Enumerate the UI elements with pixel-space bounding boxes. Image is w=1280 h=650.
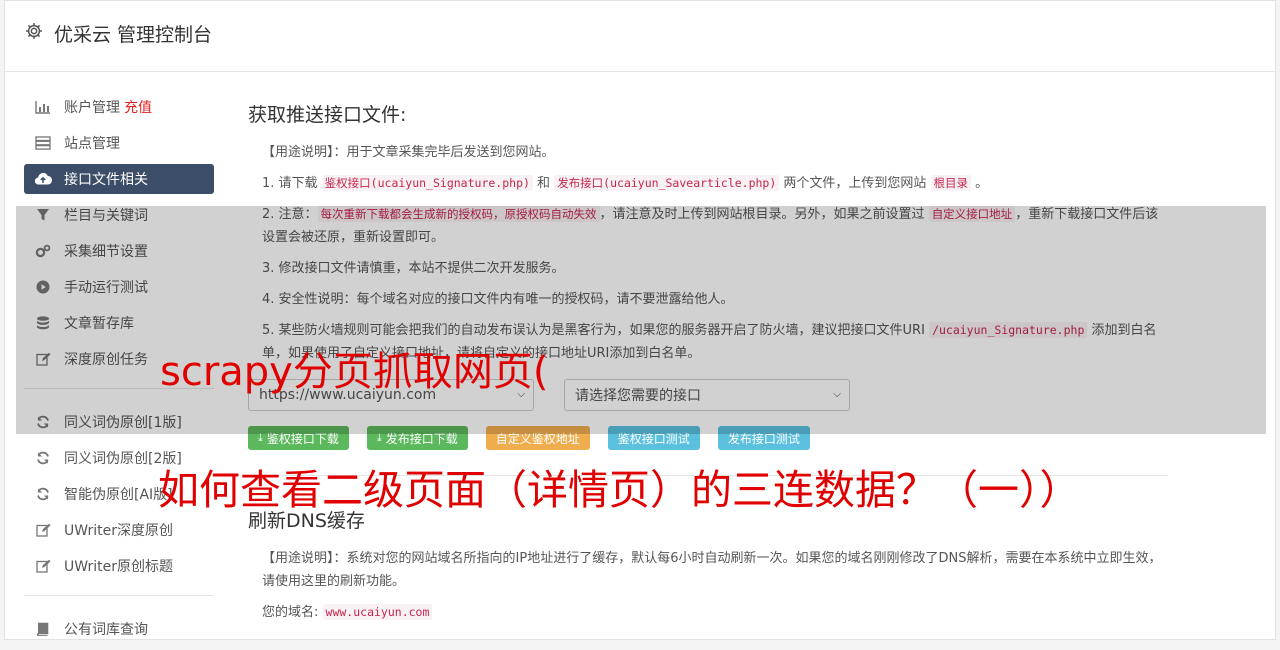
sidebar-item-collect-settings[interactable]: 采集细节设置 xyxy=(24,236,214,266)
dns-usage-note: 【用途说明】：系统对您的网站域名所指向的IP地址进行了缓存，默认每6小时自动刷新… xyxy=(262,547,1168,593)
step-text: 2. 注意： xyxy=(262,207,318,222)
app-title: 优采云 管理控制台 xyxy=(54,24,213,46)
usage-note: 【用途说明】：用于文章采集完毕后发送到您网站。 xyxy=(262,141,1168,164)
step-4: 4. 安全性说明：每个域名对应的接口文件内有唯一的授权码，请不要泄露给他人。 xyxy=(262,292,734,307)
gear-icon xyxy=(26,23,42,39)
button-label: 鉴权接口测试 xyxy=(617,431,690,446)
usage-label: 【用途说明】 xyxy=(262,551,334,566)
sidebar-item-label: 接口文件相关 xyxy=(64,172,148,188)
usage-text: ：用于文章采集完毕后发送到您网站。 xyxy=(333,145,555,160)
download-publish-button[interactable]: ⤓ 发布接口下载 xyxy=(366,426,468,450)
api-select[interactable]: 请选择您需要的接口 ⌵ xyxy=(564,379,850,411)
step-text: ，请注意及时上传到网站根目录。另外，如果之前设置过 xyxy=(599,207,929,222)
overlay-caption-line-2: 如何查看二级页面（详情页）的三连数据？（一）） xyxy=(158,466,1081,514)
recharge-link[interactable]: 充值 xyxy=(124,97,152,117)
server-icon xyxy=(34,135,52,151)
sidebar-divider xyxy=(24,595,214,596)
download-auth-button[interactable]: ⤓ 鉴权接口下载 xyxy=(248,426,349,450)
header: 优采云 管理控制台 xyxy=(4,0,1276,72)
step-text: 和 xyxy=(532,176,555,191)
sidebar-item-label: UWriter原创标题 xyxy=(64,559,173,575)
play-circle-icon xyxy=(34,279,52,295)
filter-icon xyxy=(34,207,52,223)
api-select-value: 请选择您需要的接口 xyxy=(575,388,701,404)
sidebar-item-label: 智能伪原创[AI版] xyxy=(64,487,173,503)
sidebar-item-manual-run[interactable]: 手动运行测试 xyxy=(24,272,214,302)
sidebar-item-columns-keywords[interactable]: 栏目与关键词 xyxy=(24,200,214,230)
sidebar-item-label: 公有词库查询 xyxy=(64,622,148,638)
test-publish-button[interactable]: 发布接口测试 xyxy=(717,426,810,450)
bar-chart-icon xyxy=(34,99,52,115)
custom-auth-url-button[interactable]: 自定义鉴权地址 xyxy=(485,426,590,450)
sidebar-item-api-files[interactable]: 接口文件相关 xyxy=(24,164,214,194)
domain-row: 您的域名: www.ucaiyun.com xyxy=(262,601,1168,624)
button-row: ⤓ 鉴权接口下载 ⤓ 发布接口下载 自定义鉴权地址 鉴权接口测试 发布接口测试 xyxy=(248,426,1168,450)
sidebar-item-label: UWriter深度原创 xyxy=(64,523,173,539)
warning-code: 每次重新下载都会生成新的授权码，原授权码自动失效 xyxy=(317,206,600,222)
overlay-caption-line-1: scrapy分页抓取网页( xyxy=(160,349,549,395)
database-icon xyxy=(34,315,52,331)
signature-uri-code: /ucaiyun_Signature.php xyxy=(929,322,1088,338)
usage-label: 【用途说明】 xyxy=(262,145,334,160)
chevron-down-icon: ⌵ xyxy=(833,389,841,400)
publish-api-code: 发布接口(ucaiyun_Savearticle.php) xyxy=(554,175,780,191)
book-icon xyxy=(34,621,52,637)
sidebar-item-sites[interactable]: 站点管理 xyxy=(24,128,214,158)
step-text: 1. 请下载 xyxy=(262,176,322,191)
sidebar-item-label: 栏目与关键词 xyxy=(64,208,148,224)
button-label: 发布接口测试 xyxy=(727,431,800,446)
sidebar-item-article-storage[interactable]: 文章暂存库 xyxy=(24,308,214,338)
cloud-upload-icon xyxy=(34,171,52,187)
auth-api-code: 鉴权接口(ucaiyun_Signature.php) xyxy=(321,175,533,191)
usage-text: ：系统对您的网站域名所指向的IP地址进行了缓存，默认每6小时自动刷新一次。如果您… xyxy=(262,551,1162,589)
sidebar-item-label: 同义词伪原创[1版] xyxy=(64,415,182,431)
sidebar-item-label: 站点管理 xyxy=(64,136,120,152)
button-label: 鉴权接口下载 xyxy=(266,431,339,446)
sidebar-item-uwriter-title[interactable]: UWriter原创标题 xyxy=(24,551,214,581)
download-icon: ⤓ xyxy=(376,431,382,444)
custom-url-code: 自定义接口地址 xyxy=(928,206,1016,222)
button-label: 自定义鉴权地址 xyxy=(495,431,580,446)
sidebar-item-label: 手动运行测试 xyxy=(64,280,148,296)
edit-icon xyxy=(34,522,52,538)
domain-label: 您的域名: xyxy=(262,605,319,620)
sidebar-item-label: 文章暂存库 xyxy=(64,316,134,332)
step-text: 两个文件，上传到您网站 xyxy=(779,176,931,191)
domain-value: www.ucaiyun.com xyxy=(322,604,433,620)
sidebar-item-uwriter-deep[interactable]: UWriter深度原创 xyxy=(24,515,214,545)
root-dir-code: 根目录 xyxy=(930,175,972,191)
sidebar-item-account[interactable]: 账户管理 充值 xyxy=(24,92,214,122)
sidebar-item-label: 采集细节设置 xyxy=(64,244,148,260)
refresh-icon xyxy=(34,414,52,430)
section-title: 获取推送接口文件: xyxy=(248,104,407,126)
step-3: 3. 修改接口文件请慎重，本站不提供二次开发服务。 xyxy=(262,261,565,276)
test-auth-button[interactable]: 鉴权接口测试 xyxy=(607,426,700,450)
step-text: 5. 某些防火墙规则可能会把我们的自动发布误认为是黑客行为，如果您的服务器开启了… xyxy=(262,323,930,338)
refresh-icon xyxy=(34,486,52,502)
step-1: 1. 请下载 鉴权接口(ucaiyun_Signature.php) 和 发布接… xyxy=(262,172,1168,195)
cogs-icon xyxy=(34,243,52,259)
edit-icon xyxy=(34,558,52,574)
download-icon: ⤓ xyxy=(258,431,263,444)
step-text: 。 xyxy=(971,176,989,191)
sidebar-item-label: 深度原创任务 xyxy=(64,352,148,368)
step-2: 2. 注意： 每次重新下载都会生成新的授权码，原授权码自动失效 ，请注意及时上传到网… xyxy=(262,203,1168,249)
sidebar-item-label: 同义词伪原创[2版] xyxy=(64,451,182,467)
button-label: 发布接口下载 xyxy=(385,431,458,446)
sidebar-item-label: 账户管理 xyxy=(64,100,120,116)
sidebar-item-synonym-v1[interactable]: 同义词伪原创[1版] xyxy=(24,407,214,437)
edit-icon xyxy=(34,351,52,367)
refresh-icon xyxy=(34,450,52,466)
